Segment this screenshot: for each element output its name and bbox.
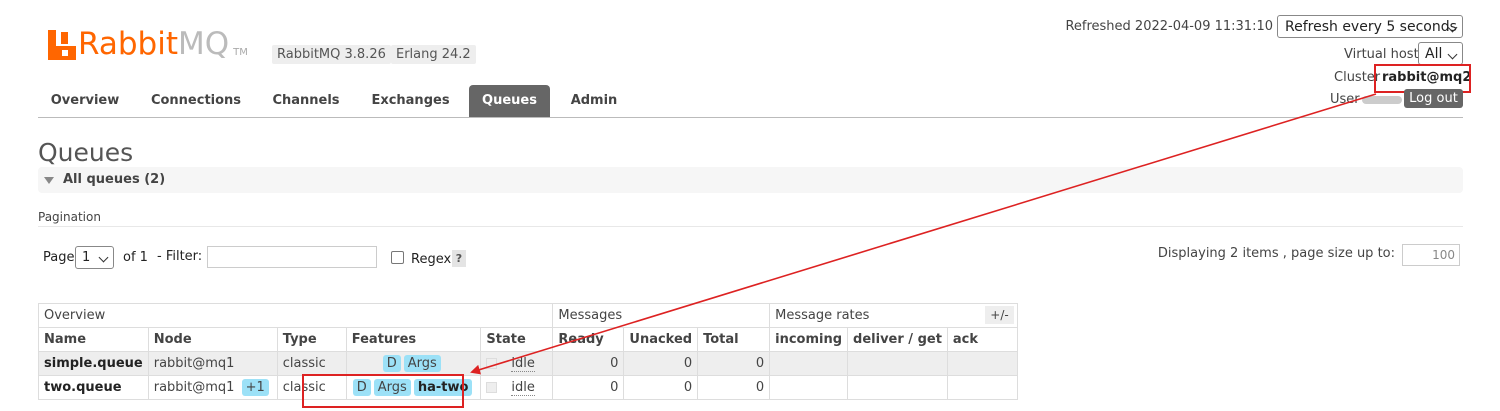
annotation-arrow xyxy=(470,93,1377,375)
annotation-arrow-line xyxy=(470,93,1377,375)
